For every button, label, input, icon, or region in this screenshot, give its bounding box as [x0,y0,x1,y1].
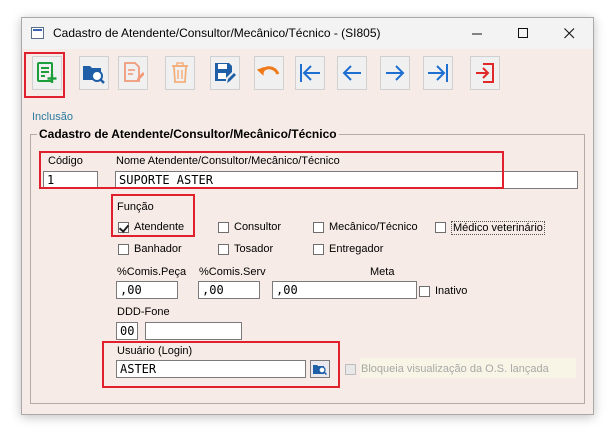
group-title: Cadastro de Atendente/Consultor/Mecânico… [37,127,339,141]
arrow-left-icon [342,65,361,81]
close-button[interactable] [546,18,592,49]
ddd-field[interactable]: 00 [116,322,138,340]
previous-record-button[interactable] [337,56,367,90]
tosador-label: Tosador [234,243,274,255]
meta-field[interactable]: ,00 [272,281,417,299]
mode-label: Inclusão [32,111,73,123]
minimize-icon [471,33,482,35]
highlight-codigo-nome [39,151,504,189]
inativo-label: Inativo [435,285,468,297]
last-record-button[interactable] [423,56,453,90]
minimize-button[interactable] [454,18,500,49]
comis-peca-label: %Comis.Peça [117,266,187,278]
toolbar [23,51,592,99]
entregador-label: Entregador [329,243,384,255]
meta-label: Meta [370,266,395,278]
folder-search-icon [83,66,105,84]
edit-button[interactable] [118,56,148,90]
search-button[interactable] [79,56,109,90]
arrow-first-icon [300,64,320,82]
mecanico-label: Mecânico/Técnico [329,221,418,233]
bloqueia-label: Bloqueia visualização da O.S. lançada [361,363,549,375]
exit-button[interactable] [470,56,500,90]
delete-button[interactable] [165,56,195,90]
tosador-checkbox[interactable] [218,244,229,255]
app-window: Cadastro de Atendente/Consultor/Mecânico… [21,17,594,415]
medico-label: Médico veterinário [451,221,545,235]
medico-checkbox[interactable] [435,222,446,233]
undo-button[interactable] [254,56,284,90]
highlight-new-button [24,52,65,98]
window-title: Cadastro de Atendente/Consultor/Mecânico… [53,26,381,40]
comis-serv-label: %Comis.Serv [199,266,266,278]
document-edit-icon [124,62,144,82]
maximize-button[interactable] [500,18,546,49]
consultor-label: Consultor [234,221,282,233]
save-edit-icon [215,63,236,83]
close-icon [563,28,574,39]
next-record-button[interactable] [380,56,410,90]
app-icon [31,27,44,39]
mecanico-checkbox[interactable] [313,222,324,233]
first-record-button[interactable] [295,56,325,90]
trash-icon [172,62,188,83]
ddd-fone-label: DDD-Fone [117,306,170,318]
entregador-checkbox[interactable] [313,244,324,255]
fone-field[interactable] [145,322,242,340]
maximize-icon [517,28,528,38]
comis-peca-field[interactable]: ,00 [116,281,178,299]
banhador-label: Banhador [134,243,182,255]
arrow-right-icon [386,65,405,81]
undo-icon [257,66,280,76]
consultor-checkbox[interactable] [218,222,229,233]
highlight-usuario [102,341,340,388]
comis-serv-field[interactable]: ,00 [198,281,260,299]
save-button[interactable] [210,56,240,90]
exit-icon [476,63,494,83]
title-bar: Cadastro de Atendente/Consultor/Mecânico… [22,18,593,49]
arrow-last-icon [428,64,448,82]
banhador-checkbox[interactable] [118,244,129,255]
highlight-funcao [111,194,195,237]
inativo-checkbox[interactable] [419,286,430,297]
bloqueia-checkbox[interactable] [345,364,356,375]
